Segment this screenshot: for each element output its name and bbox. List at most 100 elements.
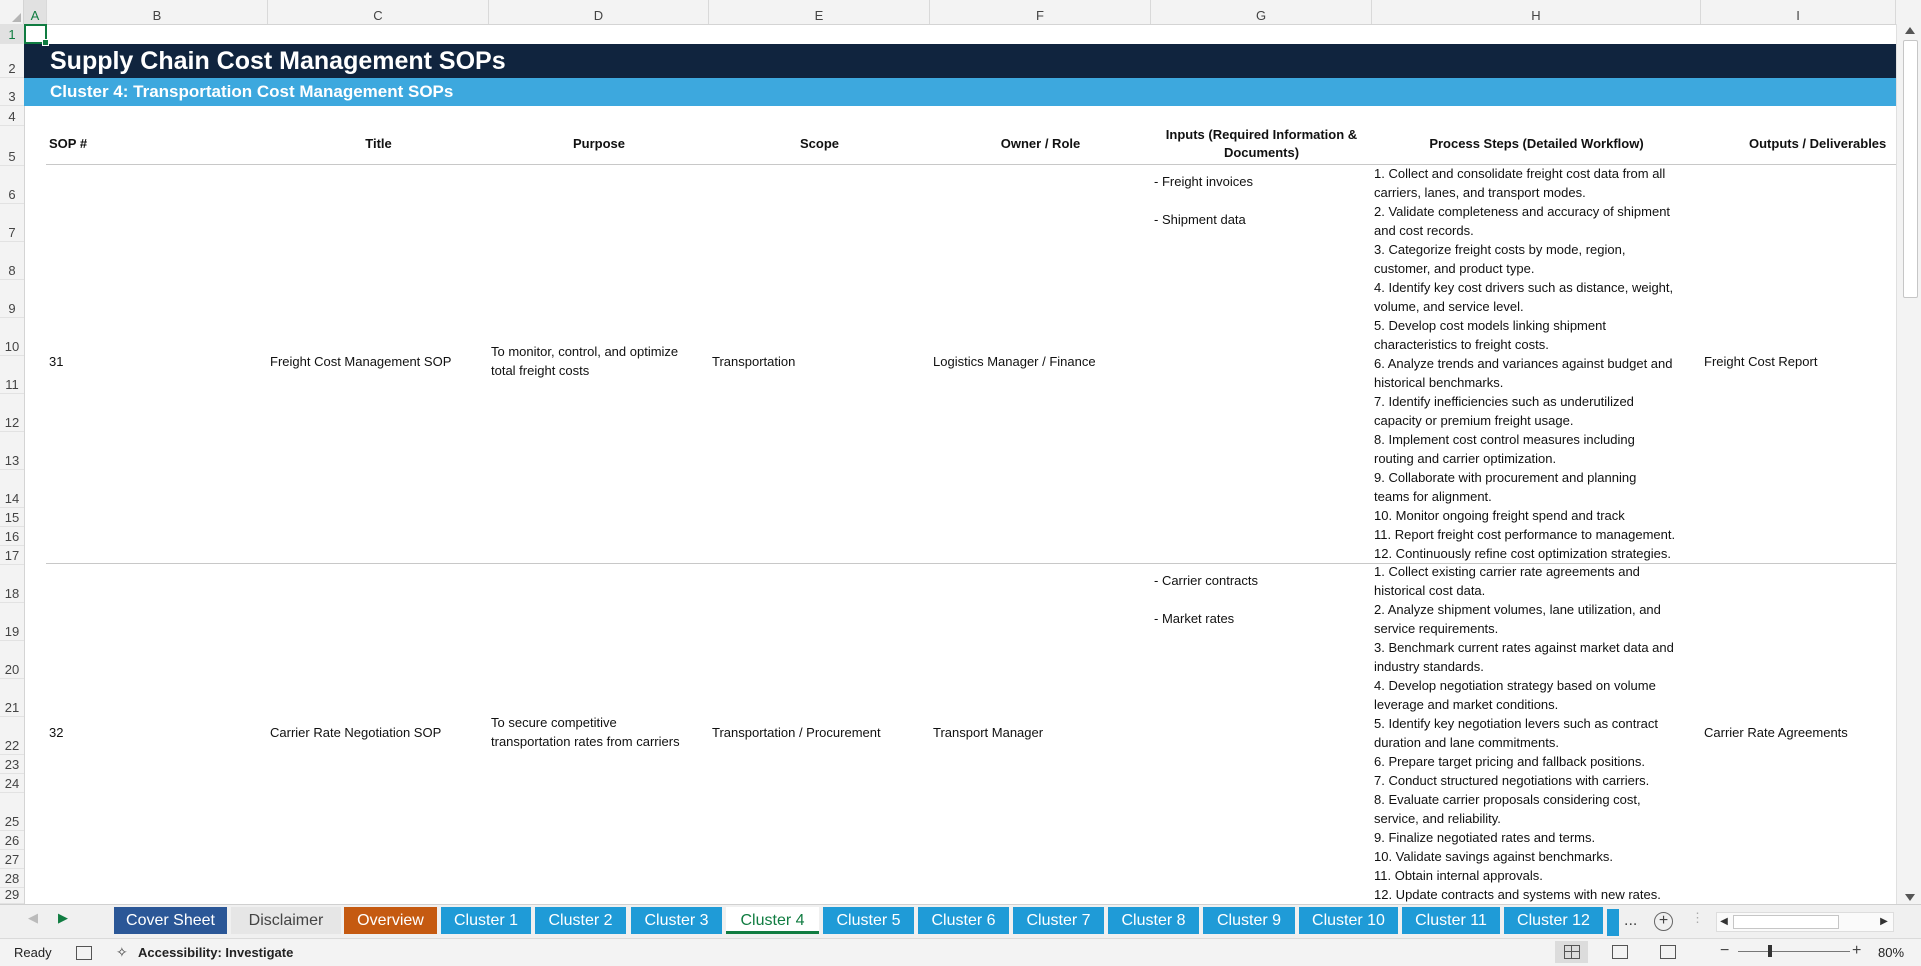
row-header[interactable]: 3	[0, 78, 24, 106]
row-header[interactable]: 28	[0, 869, 24, 888]
scroll-up-arrow-icon[interactable]	[1905, 27, 1915, 34]
sop-output[interactable]: Freight Cost Report	[1704, 352, 1817, 371]
row-header[interactable]: 1	[0, 24, 24, 44]
row-header[interactable]: 29	[0, 887, 24, 904]
sop-scope[interactable]: Transportation / Procurement	[712, 723, 881, 742]
sop-owner[interactable]: Transport Manager	[933, 723, 1043, 742]
sop-purpose[interactable]: To monitor, control, and optimize total …	[491, 342, 678, 380]
column-header-a[interactable]: A	[24, 0, 47, 24]
row-header[interactable]: 27	[0, 850, 24, 869]
tab-cluster-2[interactable]: Cluster 2	[535, 907, 626, 934]
row-header[interactable]: 18	[0, 565, 24, 603]
row-header[interactable]: 16	[0, 527, 24, 546]
tab-cluster-11[interactable]: Cluster 11	[1402, 907, 1500, 934]
sop-purpose[interactable]: To secure competitive transportation rat…	[491, 713, 680, 751]
tab-partial[interactable]	[1607, 909, 1619, 936]
row-header[interactable]: 26	[0, 831, 24, 850]
header-outputs[interactable]: Outputs / Deliverables	[1701, 135, 1921, 153]
column-header-f[interactable]: F	[930, 0, 1151, 24]
horizontal-scroll-thumb[interactable]	[1733, 915, 1839, 929]
accessibility-icon[interactable]: ✧	[116, 944, 128, 961]
more-tabs-ellipsis[interactable]: ...	[1624, 912, 1637, 930]
macro-record-icon[interactable]	[76, 946, 92, 960]
header-owner[interactable]: Owner / Role	[930, 135, 1151, 153]
header-inputs[interactable]: Inputs (Required Information & Documents…	[1151, 126, 1372, 162]
tab-cluster-5[interactable]: Cluster 5	[823, 907, 914, 934]
sheet-title[interactable]: Supply Chain Cost Management SOPs	[50, 46, 506, 76]
row-header[interactable]: 12	[0, 394, 24, 432]
tab-cluster-8[interactable]: Cluster 8	[1108, 907, 1199, 934]
row-header[interactable]: 2	[0, 44, 24, 78]
tab-cluster-1[interactable]: Cluster 1	[441, 907, 531, 934]
split-handle-icon[interactable]: ⋮	[1691, 910, 1704, 926]
tab-cluster-7[interactable]: Cluster 7	[1013, 907, 1104, 934]
header-process-steps[interactable]: Process Steps (Detailed Workflow)	[1372, 135, 1701, 153]
row-header[interactable]: 17	[0, 546, 24, 565]
column-header-b[interactable]: B	[47, 0, 268, 24]
header-title[interactable]: Title	[268, 135, 489, 153]
row-header[interactable]: 19	[0, 603, 24, 641]
zoom-slider-thumb[interactable]	[1768, 945, 1772, 957]
row-header[interactable]: 8	[0, 242, 24, 280]
sop-title[interactable]: Freight Cost Management SOP	[270, 352, 451, 371]
tab-disclaimer[interactable]: Disclaimer	[231, 907, 341, 934]
row-header[interactable]: 13	[0, 432, 24, 470]
header-sop-number[interactable]: SOP #	[49, 135, 87, 153]
column-header-h[interactable]: H	[1372, 0, 1701, 24]
header-purpose[interactable]: Purpose	[489, 135, 709, 153]
select-all-corner[interactable]	[0, 0, 24, 24]
sop-inputs[interactable]: - Freight invoices - Shipment data	[1154, 172, 1253, 229]
row-header[interactable]: 14	[0, 470, 24, 508]
row-header[interactable]: 15	[0, 508, 24, 527]
tab-cover-sheet[interactable]: Cover Sheet	[114, 907, 227, 934]
normal-view-icon[interactable]	[1564, 945, 1580, 959]
zoom-slider-track[interactable]	[1738, 951, 1850, 952]
active-cell-a1[interactable]	[24, 24, 49, 46]
page-break-view-icon[interactable]	[1660, 945, 1676, 959]
tab-scroll-right-icon[interactable]: ▶	[58, 910, 68, 926]
row-header[interactable]: 6	[0, 166, 24, 204]
zoom-level[interactable]: 80%	[1878, 945, 1904, 961]
row-header[interactable]: 11	[0, 356, 24, 394]
accessibility-status[interactable]: Accessibility: Investigate	[138, 945, 293, 961]
row-header[interactable]: 20	[0, 641, 24, 679]
tab-scroll-left-icon[interactable]: ◀	[28, 910, 38, 926]
sop-process-steps[interactable]: 1. Collect and consolidate freight cost …	[1374, 164, 1675, 563]
page-layout-view-icon[interactable]	[1612, 945, 1628, 959]
header-scope[interactable]: Scope	[709, 135, 930, 153]
row-header[interactable]: 9	[0, 280, 24, 318]
row-header[interactable]: 25	[0, 793, 24, 831]
tab-cluster-12[interactable]: Cluster 12	[1504, 907, 1603, 934]
column-header-i[interactable]: I	[1701, 0, 1896, 24]
column-header-d[interactable]: D	[489, 0, 709, 24]
row-header[interactable]: 24	[0, 774, 24, 793]
column-header-c[interactable]: C	[268, 0, 489, 24]
tab-cluster-10[interactable]: Cluster 10	[1299, 907, 1398, 934]
sheet-subtitle[interactable]: Cluster 4: Transportation Cost Managemen…	[50, 80, 453, 104]
zoom-in-icon[interactable]: +	[1852, 942, 1861, 960]
horizontal-scrollbar[interactable]: ◀ ▶	[1716, 912, 1894, 932]
row-header[interactable]: 23	[0, 755, 24, 774]
sop-number[interactable]: 32	[49, 723, 63, 742]
vertical-scroll-thumb[interactable]	[1903, 40, 1918, 298]
sop-title[interactable]: Carrier Rate Negotiation SOP	[270, 723, 441, 742]
sop-number[interactable]: 31	[49, 352, 63, 371]
row-header[interactable]: 21	[0, 679, 24, 717]
row-header[interactable]: 10	[0, 318, 24, 356]
tab-overview[interactable]: Overview	[344, 907, 437, 934]
tab-cluster-3[interactable]: Cluster 3	[631, 907, 722, 934]
hscroll-left-icon[interactable]: ◀	[1717, 913, 1731, 931]
sop-scope[interactable]: Transportation	[712, 352, 795, 371]
vertical-scrollbar[interactable]	[1896, 24, 1921, 904]
tab-cluster-4[interactable]: Cluster 4	[726, 907, 819, 934]
column-header-g[interactable]: G	[1151, 0, 1372, 24]
row-header[interactable]: 7	[0, 204, 24, 242]
row-header[interactable]: 22	[0, 717, 24, 755]
row-header[interactable]: 5	[0, 126, 24, 166]
add-sheet-icon[interactable]: +	[1654, 912, 1673, 931]
tab-cluster-6[interactable]: Cluster 6	[918, 907, 1009, 934]
zoom-out-icon[interactable]: −	[1720, 942, 1729, 960]
scroll-down-arrow-icon[interactable]	[1905, 894, 1915, 901]
sop-output[interactable]: Carrier Rate Agreements	[1704, 723, 1848, 742]
column-header-e[interactable]: E	[709, 0, 930, 24]
